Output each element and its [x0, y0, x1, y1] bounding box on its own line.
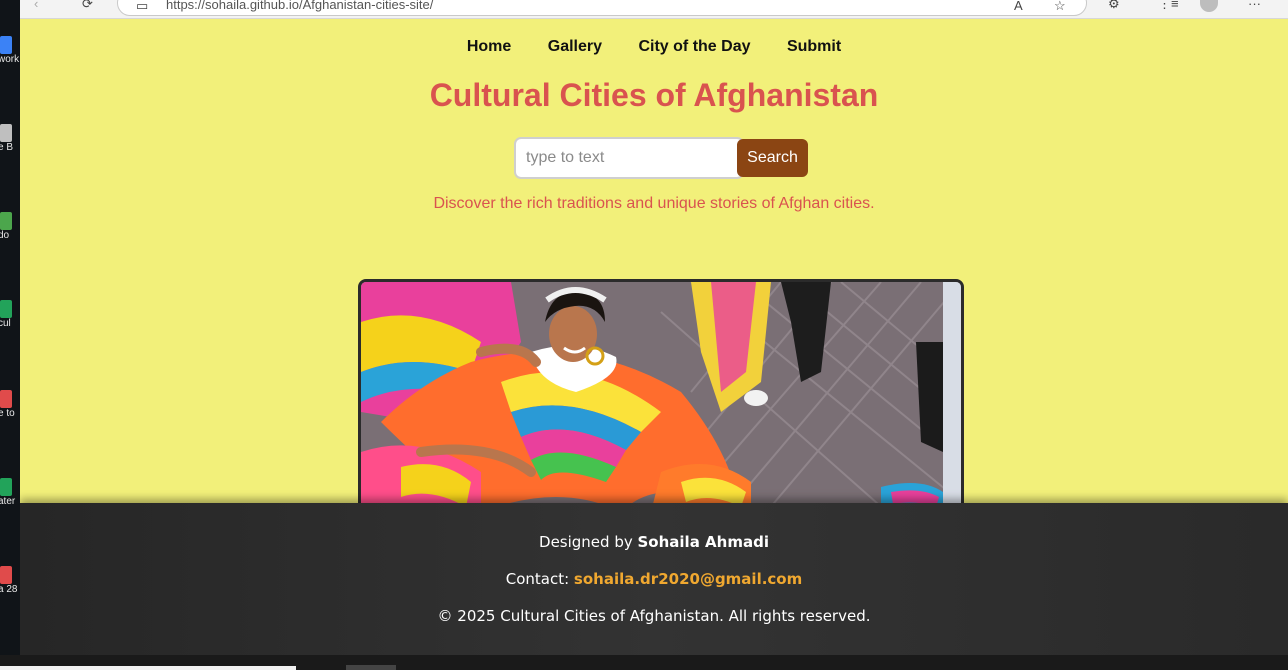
- desktop-icon[interactable]: cul: [0, 300, 20, 330]
- read-aloud-icon[interactable]: A: [1014, 0, 1023, 13]
- search-button[interactable]: Search: [737, 139, 808, 177]
- nav-submit-link[interactable]: Submit: [787, 38, 841, 56]
- footer-designer-name: Sohaila Ahmadi: [637, 533, 769, 551]
- page-viewport: Home Gallery City of the Day Submit Cult…: [20, 19, 1288, 655]
- profile-icon[interactable]: [1200, 0, 1218, 12]
- footer-contact-prefix: Contact:: [505, 570, 574, 588]
- refresh-icon[interactable]: ⟳: [82, 0, 93, 11]
- spreadsheet-file-icon: [0, 478, 12, 496]
- footer-copyright: © 2025 Cultural Cities of Afghanistan. A…: [437, 607, 871, 625]
- back-icon[interactable]: ‹: [34, 0, 38, 11]
- nav-gallery-link[interactable]: Gallery: [548, 38, 602, 56]
- page-title: Cultural Cities of Afghanistan: [429, 77, 879, 113]
- taskbar-window-preview[interactable]: [0, 666, 296, 670]
- desktop-icon-label: do: [0, 230, 10, 241]
- footer-email-link[interactable]: sohaila.dr2020@gmail.com: [574, 570, 802, 588]
- extensions-icon[interactable]: ⚙: [1108, 0, 1120, 11]
- desktop-icon[interactable]: do: [0, 212, 20, 242]
- desktop-icon[interactable]: e to: [0, 390, 20, 420]
- desktop-icon-label: ater: [0, 496, 16, 507]
- site-info-icon[interactable]: ▭: [136, 0, 148, 13]
- tagline: Discover the rich traditions and unique …: [433, 195, 875, 212]
- pdf-file-icon: [0, 390, 12, 408]
- desktop-app-icon: [0, 36, 12, 54]
- desktop-icon[interactable]: ater: [0, 478, 20, 508]
- desktop-icon-label: e to: [0, 408, 15, 419]
- desktop-icon-label: cul: [0, 318, 11, 329]
- more-icon[interactable]: ···: [1248, 0, 1261, 11]
- nav-home-link[interactable]: Home: [467, 38, 511, 56]
- desktop-icon-label: work: [0, 54, 20, 65]
- recycle-bin-icon: [0, 124, 12, 142]
- browser-toolbar: ‹ ⟳ ▭ https://sohaila.github.io/Afghanis…: [20, 0, 1288, 19]
- nav-city-of-day-link[interactable]: City of the Day: [638, 38, 750, 56]
- spreadsheet-file-icon: [0, 300, 12, 318]
- page-footer: Designed by Sohaila Ahmadi Contact: soha…: [20, 503, 1288, 655]
- footer-contact-line: Contact: sohaila.dr2020@gmail.com: [20, 570, 1288, 588]
- pdf-file-icon: [0, 566, 12, 584]
- favorite-star-icon[interactable]: ☆: [1054, 0, 1066, 13]
- desktop-icon-label: a 28: [0, 584, 18, 595]
- address-bar[interactable]: ▭ https://sohaila.github.io/Afghanistan-…: [117, 0, 1087, 16]
- url-text: https://sohaila.github.io/Afghanistan-ci…: [166, 0, 434, 12]
- desktop-icon[interactable]: e B: [0, 124, 20, 154]
- desktop-icon[interactable]: work: [0, 36, 20, 66]
- desktop-icon-label: e B: [0, 142, 14, 153]
- collections-icon[interactable]: ⋮≡: [1158, 0, 1179, 11]
- taskbar: [0, 655, 1288, 670]
- desktop-icon[interactable]: a 28: [0, 566, 20, 596]
- search-input[interactable]: [514, 137, 744, 179]
- desktop-background: work e B do cul e to ater a 28: [0, 0, 20, 670]
- footer-designed-prefix: Designed by: [539, 533, 638, 551]
- footer-designer-line: Designed by Sohaila Ahmadi: [20, 533, 1288, 551]
- taskbar-app-button[interactable]: [346, 665, 396, 670]
- main-nav: Home Gallery City of the Day Submit: [20, 38, 1288, 56]
- desktop-app-icon: [0, 212, 12, 230]
